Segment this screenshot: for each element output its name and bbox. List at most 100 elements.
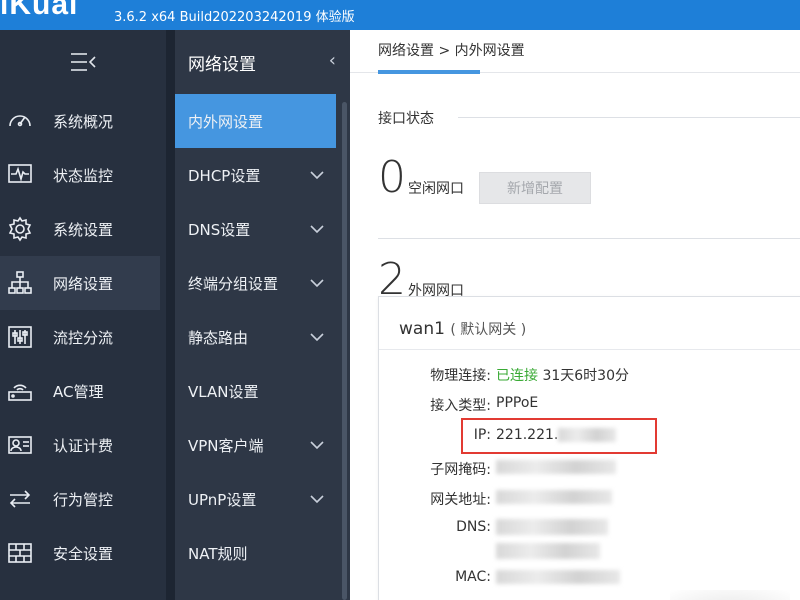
- watermark: [670, 590, 790, 600]
- sidebar-item-system[interactable]: 系统设置: [0, 202, 166, 256]
- wan-name: wan1: [399, 319, 445, 339]
- chevron-down-icon: [310, 328, 324, 342]
- redacted-mask: [496, 460, 616, 474]
- subnav-item-nat[interactable]: NAT规则: [175, 526, 338, 580]
- menu-collapse-icon[interactable]: [0, 30, 166, 94]
- sliders-icon: [5, 322, 35, 352]
- idle-port-label: 空闲网口: [408, 181, 464, 197]
- subnav-item-label: 终端分组设置: [188, 274, 279, 293]
- redacted-dns: [496, 519, 608, 535]
- sidebar-item-ac[interactable]: AC管理: [0, 364, 166, 418]
- sidebar-item-label: 系统概况: [53, 112, 114, 131]
- type-value: PPPoE: [496, 395, 539, 411]
- link-value: 已连接 31天6时30分: [496, 365, 629, 385]
- mac-label: MAC:: [455, 569, 491, 585]
- sidebar-item-behavior[interactable]: 行为管控: [0, 472, 166, 526]
- breadcrumb-active-indicator: [378, 70, 480, 74]
- redacted-mac: [496, 570, 620, 584]
- sidebar-item-label: 认证计费: [53, 436, 114, 455]
- subnav-header: 网络设置 ‹: [175, 30, 350, 94]
- subnav-item-lan-wan[interactable]: 内外网设置: [175, 94, 336, 148]
- dashboard-icon: [5, 106, 35, 136]
- redacted-gateway: [496, 490, 612, 504]
- wan-card-title: wan1 ( 默认网关 ): [399, 319, 526, 339]
- network-icon: [5, 268, 35, 298]
- sidebar-item-flow[interactable]: 流控分流: [0, 310, 166, 364]
- sidebar-item-label: AC管理: [53, 382, 104, 401]
- chevron-down-icon: [310, 490, 324, 504]
- subnav-item-terminal-group[interactable]: 终端分组设置: [175, 256, 338, 310]
- sidebar-item-label: 系统设置: [53, 220, 114, 239]
- subnav-item-vpn-client[interactable]: VPN客户端: [175, 418, 338, 472]
- subnav-item-vlan[interactable]: VLAN设置: [175, 364, 338, 418]
- wan-default-gateway-tag: ( 默认网关 ): [450, 322, 527, 338]
- dns-label: DNS:: [456, 519, 491, 535]
- subnav-item-label: UPnP设置: [188, 490, 257, 509]
- subnav-item-dns[interactable]: DNS设置: [175, 202, 338, 256]
- collapse-chevron-icon[interactable]: ‹: [329, 50, 336, 71]
- subnav-item-label: DHCP设置: [188, 166, 261, 185]
- card-divider: [379, 349, 800, 350]
- subnav-item-dhcp[interactable]: DHCP设置: [175, 148, 338, 202]
- subnav-item-upnp[interactable]: UPnP设置: [175, 472, 338, 526]
- mask-value: [496, 459, 616, 475]
- subnav-item-label: 静态路由: [188, 328, 249, 347]
- gateway-value: [496, 489, 612, 505]
- ip-value: 221.221.: [496, 427, 559, 443]
- section-title: 接口状态: [378, 111, 434, 127]
- sidebar-item-label: 安全设置: [53, 544, 114, 563]
- link-status: 已连接: [496, 368, 538, 384]
- top-bar: iKuai 3.6.2 x64 Build202203242019 体验版: [0, 0, 800, 30]
- link-label: 物理连接:: [430, 368, 491, 384]
- sidebar-divider: [166, 30, 175, 600]
- type-label: 接入类型:: [430, 398, 491, 414]
- sidebar-item-security[interactable]: 安全设置: [0, 526, 166, 580]
- dns-value: [496, 519, 608, 559]
- subnav-item-label: VLAN设置: [188, 382, 259, 401]
- subnav-item-label: VPN客户端: [188, 436, 264, 455]
- link-uptime: 31天6时30分: [542, 368, 629, 384]
- chevron-down-icon: [310, 436, 324, 450]
- sidebar-item-label: 网络设置: [53, 274, 114, 293]
- sub-navigation: 网络设置 ‹ 内外网设置 DHCP设置 DNS设置 终端分组设置 静态路由 VL…: [175, 30, 350, 600]
- chevron-down-icon: [310, 220, 324, 234]
- section-divider: [378, 238, 800, 239]
- router-icon: [5, 376, 35, 406]
- subnav-scrollbar[interactable]: [342, 102, 347, 600]
- main-content: 网络设置 > 内外网设置 接口状态 0 空闲网口 新增配置 2 外网网口 wan…: [350, 30, 800, 600]
- mac-value: [496, 569, 620, 585]
- subnav-item-static-route[interactable]: 静态路由: [175, 310, 338, 364]
- sidebar-item-monitor[interactable]: 状态监控: [0, 148, 166, 202]
- gear-icon: [5, 214, 35, 244]
- sidebar-item-label: 状态监控: [53, 166, 114, 185]
- firewall-icon: [5, 538, 35, 568]
- idle-port-count: 0: [378, 152, 406, 203]
- sidebar-item-label: 流控分流: [53, 328, 114, 347]
- redacted-ip: [558, 428, 617, 442]
- id-card-icon: [5, 430, 35, 460]
- mask-label: 子网掩码:: [430, 462, 491, 478]
- main-sidebar: 系统概况 状态监控 系统设置 网络设置 流控分流 AC管理 认证计费 行为管控 …: [0, 30, 166, 600]
- ip-label: IP:: [473, 427, 491, 443]
- subnav-item-label: NAT规则: [188, 544, 248, 563]
- version-text: 3.6.2 x64 Build202203242019 体验版: [114, 10, 355, 25]
- wan1-card[interactable]: wan1 ( 默认网关 ) 物理连接: 已连接 31天6时30分 接入类型: P…: [378, 296, 800, 600]
- arrows-icon: [5, 484, 35, 514]
- chevron-down-icon: [310, 274, 324, 288]
- sidebar-item-auth[interactable]: 认证计费: [0, 418, 166, 472]
- subnav-item-label: DNS设置: [188, 220, 251, 239]
- redacted-dns: [496, 543, 600, 559]
- monitor-icon: [5, 160, 35, 190]
- subnav-item-label: 内外网设置: [188, 112, 264, 131]
- app-logo: iKuai: [0, 0, 79, 21]
- sidebar-item-label: 行为管控: [53, 490, 114, 509]
- breadcrumb: 网络设置 > 内外网设置: [378, 43, 525, 59]
- section-divider: [458, 117, 800, 118]
- ip-value-row: 221.221.: [496, 427, 617, 443]
- add-config-button[interactable]: 新增配置: [479, 172, 591, 204]
- gateway-label: 网关地址:: [430, 492, 491, 508]
- subnav-title: 网络设置: [188, 54, 256, 75]
- chevron-down-icon: [310, 166, 324, 180]
- sidebar-item-overview[interactable]: 系统概况: [0, 94, 166, 148]
- sidebar-item-network[interactable]: 网络设置: [0, 256, 160, 310]
